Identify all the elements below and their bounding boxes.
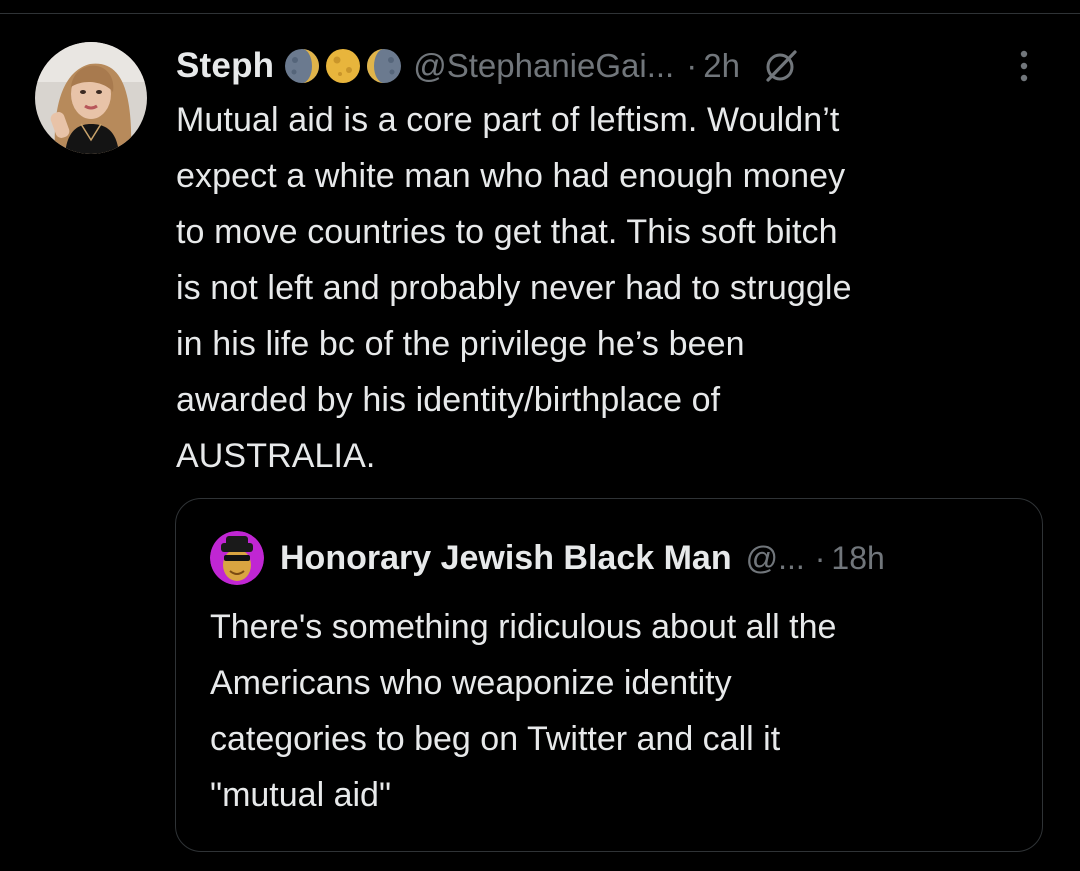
quoted-tweet-card[interactable]: Honorary Jewish Black Man @... · 18h The… [175, 498, 1043, 852]
quoted-tweet-text: There's something ridiculous about all t… [210, 608, 837, 814]
name-emoji-badges [282, 46, 405, 86]
quoted-tweet-timestamp[interactable]: 18h [831, 540, 884, 577]
full-moon-emoji-icon [326, 49, 361, 83]
more-options-icon[interactable] [1012, 48, 1036, 84]
tweet-header: Steph @StephanieGai... · 2h [176, 40, 800, 92]
quoted-tweet-header: Honorary Jewish Black Man @... · 18h [210, 531, 885, 585]
top-divider [0, 13, 1080, 14]
author-avatar[interactable] [35, 42, 147, 154]
waning-moon-emoji-icon [285, 49, 320, 83]
quoted-author-display-name[interactable]: Honorary Jewish Black Man [280, 539, 732, 578]
header-separator: · [686, 47, 698, 84]
tweet-text: Mutual aid is a core part of leftism. Wo… [176, 101, 852, 475]
author-display-name[interactable]: Steph [176, 46, 274, 86]
quoted-author-handle[interactable]: @... [746, 540, 805, 577]
tweet-timestamp[interactable]: 2h [703, 47, 740, 85]
waxing-moon-emoji-icon [367, 49, 402, 83]
grok-icon[interactable] [762, 47, 800, 85]
author-handle[interactable]: @StephanieGai... [413, 47, 674, 85]
quoted-header-separator: · [814, 539, 826, 576]
quoted-author-avatar [210, 531, 264, 585]
